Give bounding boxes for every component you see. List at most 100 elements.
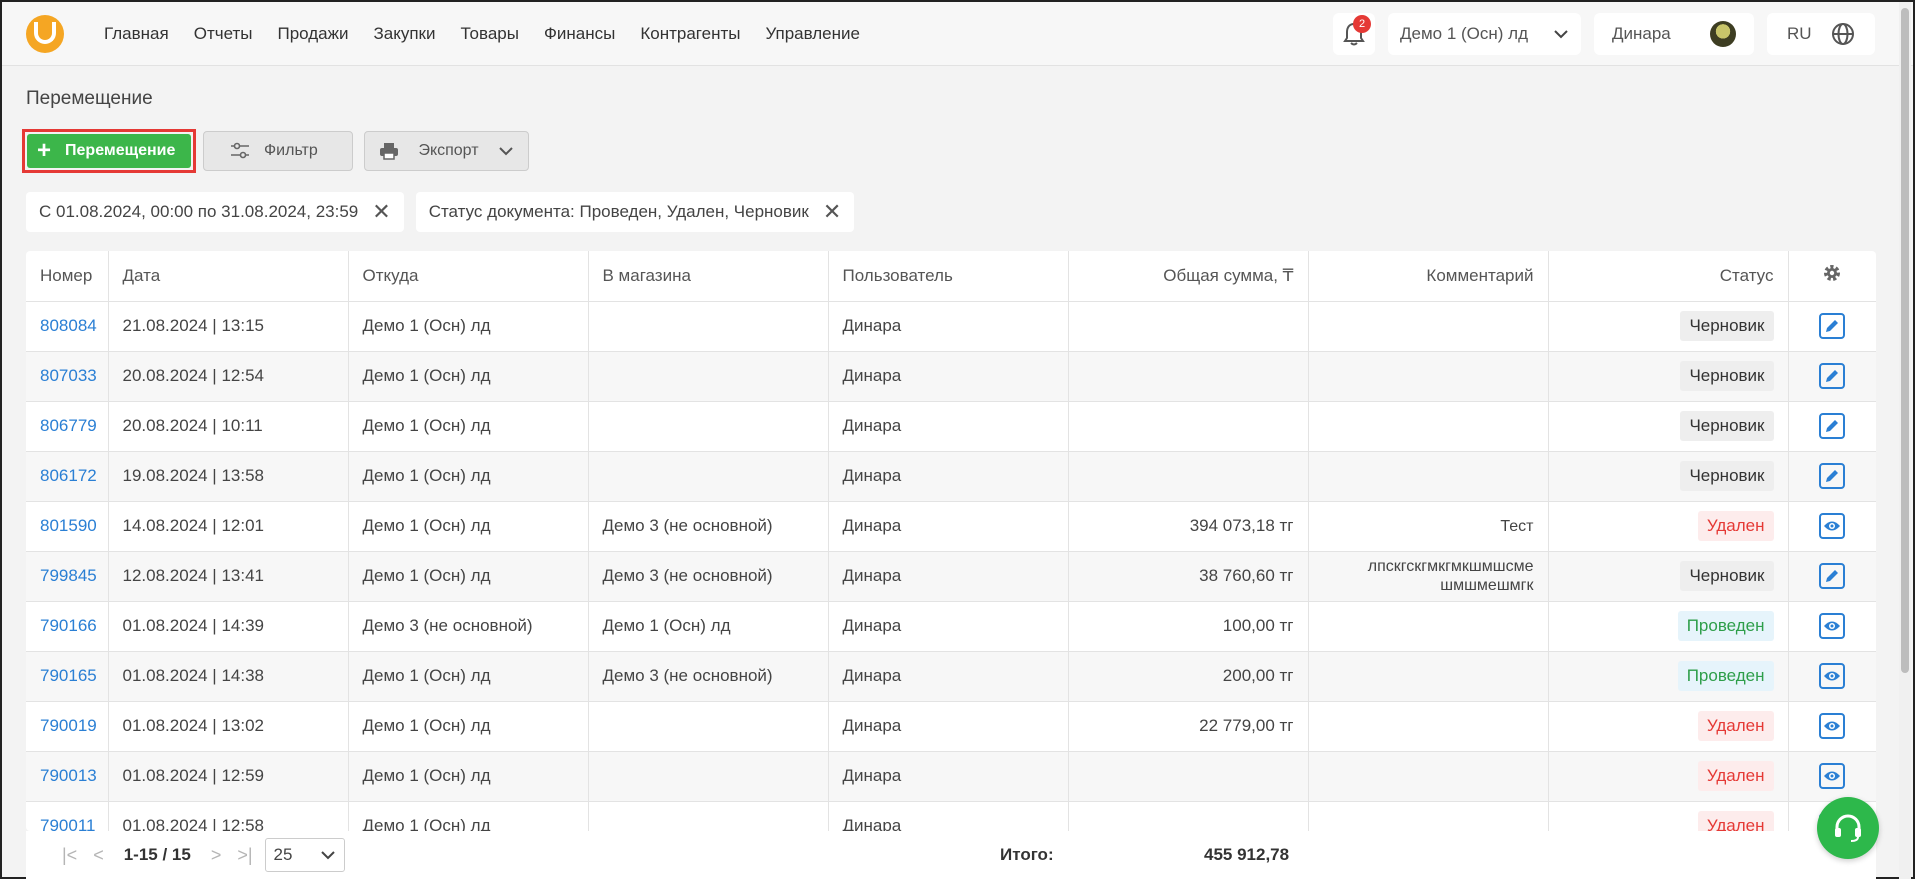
nav-item-purchases[interactable]: Закупки [373,24,435,44]
document-number-link[interactable]: 799845 [40,566,97,585]
filter-chip-date-label: С 01.08.2024, 00:00 по 31.08.2024, 23:59 [39,202,359,221]
edit-button[interactable] [1819,413,1845,439]
column-header-status[interactable]: Статус [1548,251,1789,302]
column-header-comment[interactable]: Комментарий [1308,251,1549,302]
headset-icon [1835,814,1861,842]
nav-item-sales[interactable]: Продажи [277,24,348,44]
table-row[interactable]: 808084 21.08.2024 | 13:15 Демо 1 (Осн) лд Д… [26,301,1876,352]
cell-status: Удален [1548,501,1789,552]
cell-action [1788,451,1876,502]
edit-button[interactable] [1819,563,1845,589]
close-icon[interactable]: ✕ [823,199,841,225]
table-row[interactable]: 806172 19.08.2024 | 13:58 Демо 1 (Осн) лд Д… [26,451,1876,502]
document-number-link[interactable]: 806172 [40,466,97,485]
export-button[interactable]: Экспорт [364,131,529,171]
page-size-value: 25 [273,845,293,864]
document-number-link[interactable]: 790019 [40,716,97,735]
notifications-button[interactable]: 2 [1333,13,1375,55]
nav-item-reports[interactable]: Отчеты [194,24,253,44]
first-page-icon[interactable]: |< [62,845,77,866]
chevron-down-icon [499,147,513,156]
edit-button[interactable] [1819,363,1845,389]
cell-comment [1308,301,1549,352]
column-header-date[interactable]: Дата [108,251,349,302]
page-size-select[interactable]: 25 [264,838,345,872]
view-button[interactable] [1819,613,1845,639]
document-number-link[interactable]: 808084 [40,316,97,335]
table-row[interactable]: 790166 01.08.2024 | 14:39 Демо 3 (не основ… [26,601,1876,652]
cell-comment [1308,351,1549,402]
view-button[interactable] [1819,663,1845,689]
table-row[interactable]: 790165 01.08.2024 | 14:38 Демо 1 (Осн) лд Д… [26,651,1876,702]
pencil-icon [1826,570,1838,582]
document-number-link[interactable]: 790166 [40,616,97,635]
cell-action [1788,501,1876,552]
add-transfer-button[interactable]: + Перемещение [27,134,191,168]
column-header-user[interactable]: Пользователь [828,251,1069,302]
view-button[interactable] [1819,713,1845,739]
support-chat-button[interactable] [1817,797,1879,859]
edit-button[interactable] [1819,313,1845,339]
column-header-total[interactable]: Общая сумма, ₸ [1068,251,1309,302]
cell-action [1788,601,1876,652]
table-row[interactable]: 790011 01.08.2024 | 12:58 Демо 1 (Осн) лд Д… [26,801,1876,831]
table-row[interactable]: 799845 12.08.2024 | 13:41 Демо 1 (Осн) лд Д… [26,551,1876,602]
prev-page-icon[interactable]: < [93,845,104,866]
column-header-number[interactable]: Номер [26,251,109,302]
cell-number: 806779 [26,401,109,452]
nav-item-management[interactable]: Управление [765,24,860,44]
document-number-link[interactable]: 806779 [40,416,97,435]
document-number-link[interactable]: 790013 [40,766,97,785]
nav-item-home[interactable]: Главная [104,24,169,44]
view-button[interactable] [1819,513,1845,539]
cell-status: Удален [1548,701,1789,752]
cell-user: Динара [828,351,1069,402]
logo[interactable] [26,15,64,53]
cell-number: 790013 [26,751,109,802]
document-number-link[interactable]: 790165 [40,666,97,685]
table-row[interactable]: 790019 01.08.2024 | 13:02 Демо 1 (Осн) лд Д… [26,701,1876,752]
table-row[interactable]: 801590 14.08.2024 | 12:01 Демо 1 (Осн) лд Д… [26,501,1876,552]
cell-number: 799845 [26,551,109,602]
last-page-icon[interactable]: >| [237,845,252,866]
language-select[interactable]: RU [1767,13,1875,55]
cell-to [588,401,829,452]
cell-total: 200,00 тг [1068,651,1309,702]
table-footer: |< < 1-15 / 15 > >| 25 Итого: 455 912,78 [26,831,1876,879]
cell-from: Демо 1 (Осн) лд [348,701,589,752]
document-number-link[interactable]: 807033 [40,366,97,385]
cell-date: 01.08.2024 | 14:39 [108,601,349,652]
cell-date: 14.08.2024 | 12:01 [108,501,349,552]
edit-button[interactable] [1819,463,1845,489]
document-number-link[interactable]: 790011 [40,816,95,831]
close-icon[interactable]: ✕ [372,199,390,225]
nav-item-products[interactable]: Товары [460,24,518,44]
cell-total [1068,401,1309,452]
cell-user: Динара [828,551,1069,602]
nav-item-finance[interactable]: Финансы [544,24,615,44]
main-nav: Главная Отчеты Продажи Закупки Товары Фи… [104,2,885,66]
table-row[interactable]: 807033 20.08.2024 | 12:54 Демо 1 (Осн) лд Д… [26,351,1876,402]
nav-item-contractors[interactable]: Контрагенты [640,24,740,44]
column-header-from[interactable]: Откуда [348,251,589,302]
document-number-link[interactable]: 801590 [40,516,97,535]
avatar [1710,21,1736,47]
next-page-icon[interactable]: > [211,845,222,866]
sliders-icon [231,142,249,159]
table-body: 808084 21.08.2024 | 13:15 Демо 1 (Осн) лд Д… [26,301,1876,831]
scrollbar-thumb[interactable] [1901,8,1909,673]
table-row[interactable]: 790013 01.08.2024 | 12:59 Демо 1 (Осн) лд Д… [26,751,1876,802]
gear-icon[interactable] [1822,263,1842,283]
store-select[interactable]: Демо 1 (Осн) лд [1388,13,1581,55]
table-row[interactable]: 806779 20.08.2024 | 10:11 Демо 1 (Осн) лд Д… [26,401,1876,452]
view-button[interactable] [1819,763,1845,789]
user-menu[interactable]: Динара [1594,13,1754,55]
column-header-to[interactable]: В магазина [588,251,829,302]
eye-icon [1824,771,1840,781]
cell-comment [1308,701,1549,752]
add-transfer-label: Перемещение [65,142,176,159]
cell-date: 20.08.2024 | 10:11 [108,401,349,452]
column-settings[interactable] [1788,251,1876,302]
cell-date: 19.08.2024 | 13:58 [108,451,349,502]
filter-button[interactable]: Фильтр [203,131,353,171]
